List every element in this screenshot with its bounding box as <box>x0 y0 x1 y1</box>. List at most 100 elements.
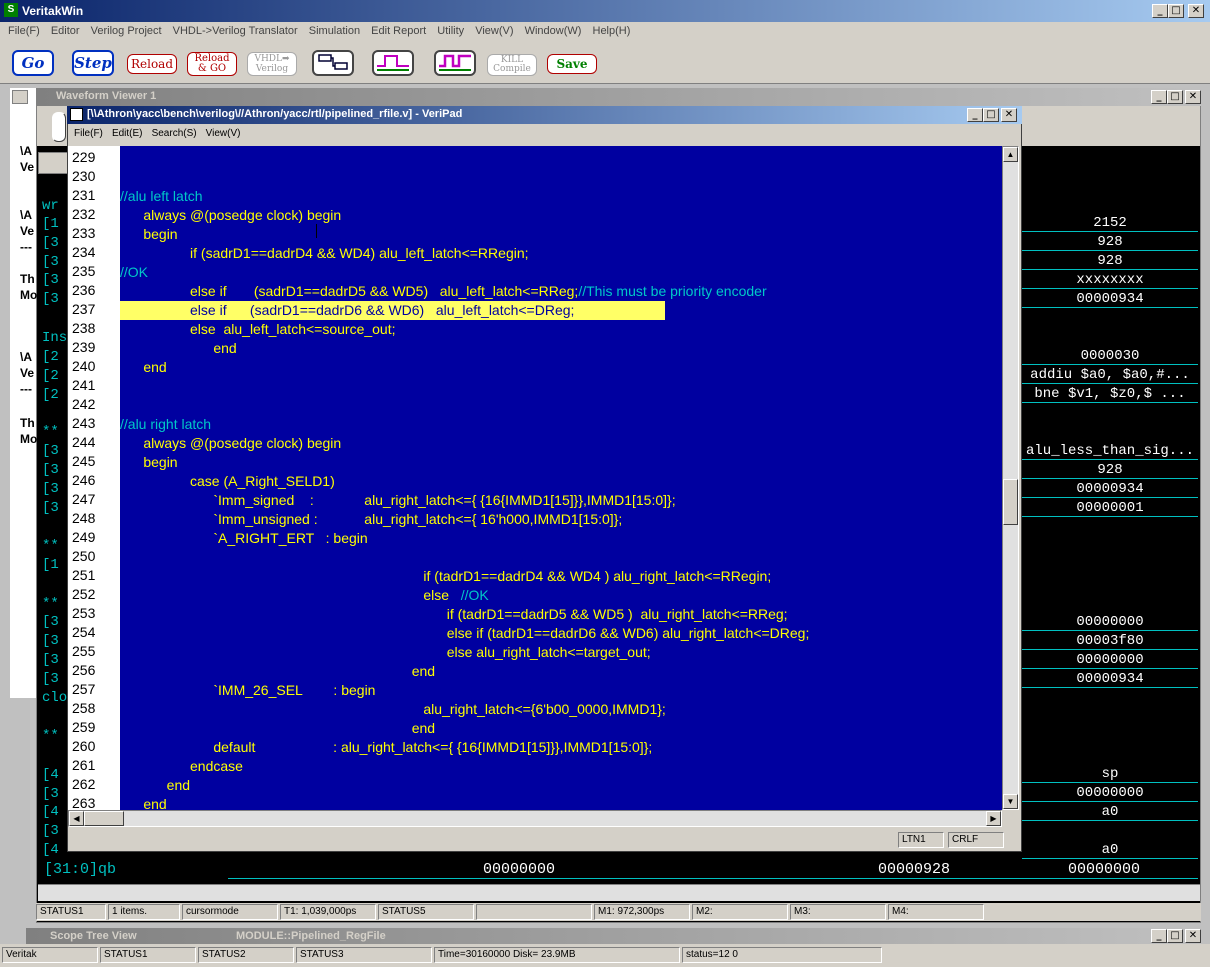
maximize-button[interactable]: □ <box>1168 4 1184 18</box>
signal-name-fragment[interactable]: [4 <box>42 842 59 858</box>
signal-name-fragment[interactable]: wr <box>42 198 59 214</box>
code-line[interactable]: //alu right latch <box>120 415 211 434</box>
signal-name-fragment[interactable]: [3 <box>42 786 59 802</box>
veripad-menu-search[interactable]: Search(S) <box>152 128 197 139</box>
kill-compile-button[interactable]: KILL Compile <box>487 54 537 76</box>
code-line[interactable]: end <box>120 339 236 358</box>
code-line[interactable]: end <box>120 358 166 377</box>
signal-name-fragment[interactable]: [2 <box>42 349 59 365</box>
waveform-minimize-button[interactable]: _ <box>1151 90 1167 104</box>
code-line[interactable]: //OK <box>120 263 148 282</box>
signal-name-fragment[interactable]: [3 <box>42 633 59 649</box>
waveform-button-green[interactable] <box>372 50 414 76</box>
signal-name-fragment[interactable]: ** <box>42 538 59 554</box>
menu-file[interactable]: File(F) <box>8 25 40 37</box>
code-line[interactable]: always @(posedge clock) begin <box>120 434 341 453</box>
code-line[interactable]: alu_right_latch<={6'b00_0000,IMMD1}; <box>120 700 665 719</box>
scroll-left-arrow[interactable]: ◀ <box>69 811 84 826</box>
signal-name-fragment[interactable]: Ins <box>42 330 67 346</box>
signal-name-fragment[interactable]: [3 <box>42 462 59 478</box>
signal-name-fragment[interactable]: [3 <box>42 235 59 251</box>
code-line[interactable]: else if (tadrD1==dadrD6 && WD6) alu_righ… <box>120 624 810 643</box>
veripad-maximize-button[interactable]: □ <box>983 108 999 122</box>
signal-name-fragment[interactable]: [3 <box>42 500 59 516</box>
code-line[interactable]: end <box>120 776 190 795</box>
veripad-menu-view[interactable]: View(V) <box>206 128 241 139</box>
code-line[interactable]: else alu_left_latch<=source_out; <box>120 320 396 339</box>
signal-name-fragment[interactable]: [3 <box>42 614 59 630</box>
signal-name-fragment[interactable]: [3 <box>42 272 59 288</box>
reload-button[interactable]: Reload <box>127 54 177 74</box>
close-button[interactable]: ✕ <box>1188 4 1204 18</box>
waveform-maximize-button[interactable]: □ <box>1167 90 1183 104</box>
code-line[interactable]: if (tadrD1==dadrD5 && WD5 ) alu_right_la… <box>120 605 788 624</box>
signal-name-fragment[interactable]: [3 <box>42 254 59 270</box>
code-line[interactable]: else alu_right_latch<=target_out; <box>120 643 651 662</box>
scroll-down-arrow[interactable]: ▼ <box>1003 794 1018 809</box>
code-line[interactable]: begin <box>120 225 177 244</box>
signal-name-fragment[interactable]: [3 <box>42 291 59 307</box>
signal-name-fragment[interactable]: [3 <box>42 652 59 668</box>
scroll-right-arrow[interactable]: ▶ <box>986 811 1001 826</box>
code-line[interactable]: if (sadrD1==dadrD4 && WD4) alu_left_latc… <box>120 244 529 263</box>
veripad-menu-edit[interactable]: Edit(E) <box>112 128 143 139</box>
signal-name-fragment[interactable]: ** <box>42 596 59 612</box>
menu-utility[interactable]: Utility <box>437 25 464 37</box>
code-line[interactable]: default : alu_right_latch<={ {16{IMMD1[1… <box>120 738 652 757</box>
menu-simulation[interactable]: Simulation <box>309 25 360 37</box>
signal-name-fragment[interactable]: [3 <box>42 443 59 459</box>
signal-name-fragment[interactable]: ** <box>42 728 59 744</box>
scope-close-button[interactable]: ✕ <box>1185 929 1201 943</box>
signal-name-fragment[interactable]: [4 <box>42 767 59 783</box>
code-line[interactable]: end <box>120 662 435 681</box>
signal-name-fragment[interactable]: [2 <box>42 387 59 403</box>
scroll-up-arrow[interactable]: ▲ <box>1003 147 1018 162</box>
signal-name-fragment[interactable]: ** <box>42 424 59 440</box>
code-line[interactable]: `IMM_26_SEL : begin <box>120 681 375 700</box>
reload-go-button[interactable]: Reload & GO <box>187 52 237 76</box>
code-line[interactable]: end <box>120 719 435 738</box>
menu-verilog-project[interactable]: Verilog Project <box>91 25 162 37</box>
go-button[interactable]: Go <box>12 50 54 76</box>
code-line[interactable]: begin <box>120 453 177 472</box>
scroll-thumb[interactable] <box>1003 479 1018 525</box>
waveform-button-magenta[interactable] <box>434 50 476 76</box>
hierarchy-view-button[interactable] <box>312 50 354 76</box>
signal-name-fragment[interactable]: [3 <box>42 481 59 497</box>
menu-view[interactable]: View(V) <box>475 25 513 37</box>
signal-name-fragment[interactable]: [1 <box>42 216 59 232</box>
code-line[interactable]: `A_RIGHT_ERT : begin <box>120 529 367 548</box>
signal-name-fragment[interactable]: [2 <box>42 368 59 384</box>
save-button[interactable]: Save <box>547 54 597 74</box>
waveform-close-button[interactable]: ✕ <box>1185 90 1201 104</box>
code-line[interactable]: endcase <box>120 757 243 776</box>
veripad-menu-file[interactable]: File(F) <box>74 128 103 139</box>
menu-edit-report[interactable]: Edit Report <box>371 25 426 37</box>
code-line[interactable]: case (A_Right_SELD1) <box>120 472 335 491</box>
code-line[interactable]: `Imm_signed : alu_right_latch<={ {16{IMM… <box>120 491 675 510</box>
code-line[interactable]: `Imm_unsigned : alu_right_latch<={ 16'h0… <box>120 510 622 529</box>
scope-maximize-button[interactable]: □ <box>1167 929 1183 943</box>
code-line[interactable]: always @(posedge clock) begin <box>120 206 341 225</box>
highlighted-code-line[interactable]: else if (sadrD1==dadrD6 && WD6) alu_left… <box>120 301 665 320</box>
signal-name-fragment[interactable]: [3 <box>42 823 59 839</box>
veripad-minimize-button[interactable]: _ <box>967 108 983 122</box>
waveform-hscroll[interactable] <box>38 884 1200 901</box>
hscroll-thumb[interactable] <box>84 811 124 826</box>
minimize-button[interactable]: _ <box>1152 4 1168 18</box>
code-line[interactable]: //alu left latch <box>120 187 203 206</box>
step-button[interactable]: Step <box>72 50 114 76</box>
menu-vhdl-translator[interactable]: VHDL->Verilog Translator <box>173 25 298 37</box>
menu-editor[interactable]: Editor <box>51 25 80 37</box>
code-line[interactable]: else if (sadrD1==dadrD5 && WD5) alu_left… <box>120 282 767 301</box>
menu-window[interactable]: Window(W) <box>525 25 582 37</box>
code-line[interactable]: if (tadrD1==dadrD4 && WD4 ) alu_right_la… <box>120 567 771 586</box>
menu-help[interactable]: Help(H) <box>593 25 631 37</box>
code-line[interactable]: end <box>120 795 166 810</box>
code-horizontal-scrollbar[interactable]: ◀ ▶ <box>68 810 1002 827</box>
scope-minimize-button[interactable]: _ <box>1151 929 1167 943</box>
waveform-tool-button[interactable] <box>52 112 66 142</box>
code-line[interactable]: else //OK <box>120 586 488 605</box>
signal-name-fragment[interactable]: [4 <box>42 804 59 820</box>
code-vertical-scrollbar[interactable]: ▲ ▼ <box>1002 146 1019 810</box>
